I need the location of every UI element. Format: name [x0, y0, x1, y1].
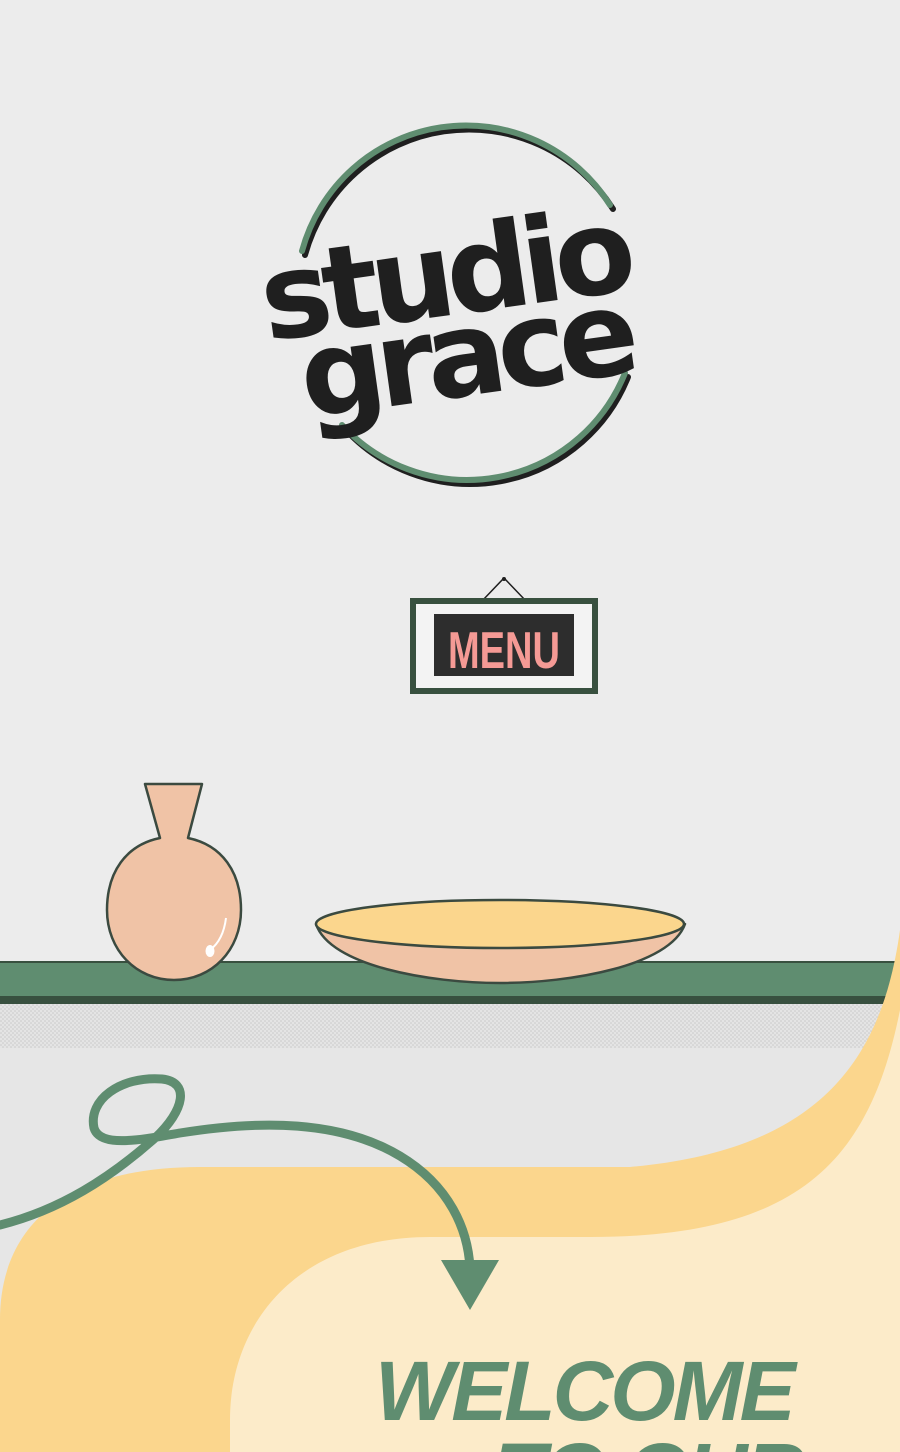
shelf-shadow	[0, 1004, 900, 1048]
vase-icon	[105, 782, 243, 982]
welcome-heading: WELCOME TO OUR	[375, 1349, 805, 1452]
page: studio grace MENU WELCOME TO OUR	[0, 0, 900, 1452]
menu-sign-button[interactable]: MENU	[408, 574, 600, 696]
menu-label[interactable]: MENU	[448, 622, 560, 680]
studio-grace-logo[interactable]: studio grace	[230, 115, 670, 495]
welcome-line-1: WELCOME	[375, 1344, 796, 1438]
